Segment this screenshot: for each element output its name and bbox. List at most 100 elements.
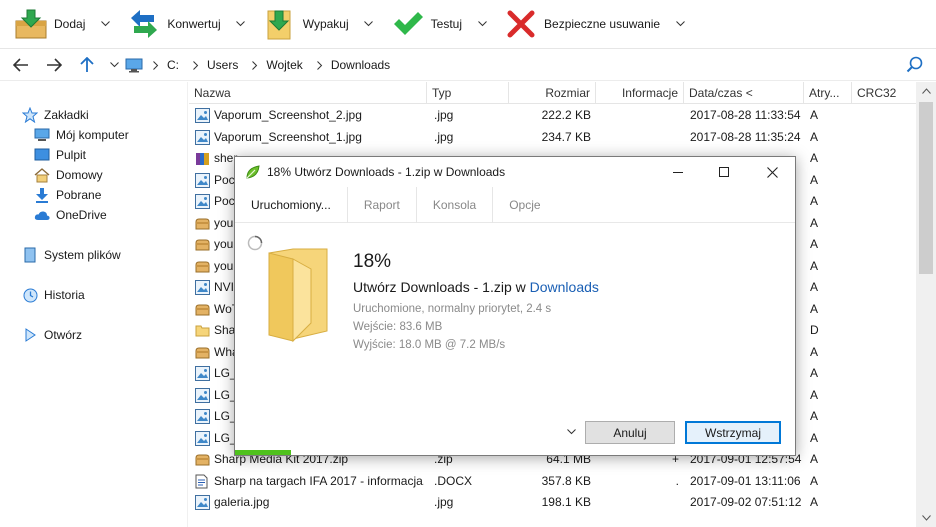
sidebar-item-onedrive[interactable]: OneDrive — [34, 206, 107, 224]
folder-file-icon — [195, 323, 210, 338]
rar-file-icon — [195, 151, 210, 166]
drive-icon — [22, 247, 38, 263]
column-header-name[interactable]: Nazwa — [189, 82, 427, 104]
sidebar-item-filesystem[interactable]: System plików — [22, 246, 121, 264]
output-size-text: Wyjście: 18.0 MB @ 7.2 MB/s — [353, 339, 506, 351]
sidebar-item-bookmarks[interactable]: Zakładki — [22, 106, 89, 124]
maximize-icon[interactable] — [701, 157, 747, 187]
chevron-down-icon[interactable] — [99, 18, 111, 30]
tab-options: Opcje — [509, 197, 541, 212]
extract-button[interactable]: Wypakuj — [247, 0, 375, 49]
sidebar-item-downloads[interactable]: Pobrane — [34, 186, 101, 204]
tab-running[interactable]: Uruchomiony... — [235, 186, 348, 223]
image-file-icon — [195, 430, 210, 446]
chevron-down-icon[interactable] — [674, 18, 686, 30]
close-icon[interactable] — [749, 157, 795, 187]
cell-attr: A — [810, 495, 819, 509]
cell-attr: A — [810, 258, 819, 273]
minimize-icon[interactable] — [655, 157, 701, 187]
secure-delete-button[interactable]: Bezpieczne usuwanie — [488, 0, 686, 49]
chevron-down-icon[interactable] — [235, 18, 247, 30]
sidebar-item-label: Mój komputer — [56, 128, 129, 142]
cell-size: 222.2 KB — [541, 108, 591, 122]
scroll-down-icon[interactable] — [916, 509, 936, 527]
cell-name: galeria.jpg — [214, 495, 270, 509]
cell-date: 2017-08-28 11:33:54 — [690, 108, 801, 122]
table-row[interactable]: Sharp na targach IFA 2017 - informacja..… — [189, 471, 916, 493]
sidebar-item-desktop[interactable]: Pulpit — [34, 146, 86, 164]
image-file-icon — [195, 409, 210, 424]
cell-info — [596, 127, 679, 148]
cell-name: Sharp na targach IFA 2017 - informacja..… — [214, 473, 424, 488]
chevron-right-icon[interactable] — [309, 60, 331, 70]
progress-bar-fill — [235, 450, 292, 455]
cell-attr: A — [810, 151, 819, 165]
up-arrow-icon[interactable] — [70, 50, 103, 81]
dialog-tabs: Uruchomiony... Raport Konsola Opcje — [235, 186, 795, 223]
convert-label: Konwertuj — [167, 17, 221, 31]
cell-attr: A — [810, 473, 819, 488]
add-button[interactable]: Dodaj — [0, 0, 111, 49]
cell-attr: A — [810, 301, 819, 316]
image-file-icon — [195, 172, 210, 188]
sidebar-item-my-computer[interactable]: Mój komputer — [34, 126, 129, 144]
back-arrow-icon[interactable] — [4, 50, 37, 81]
cell-size: 357.8 KB — [541, 473, 591, 488]
column-header-type[interactable]: Typ — [427, 82, 509, 104]
sidebar-item-label: Otwórz — [44, 328, 83, 342]
column-header-attributes[interactable]: Atry... — [804, 82, 852, 104]
scroll-up-icon[interactable] — [916, 82, 936, 100]
chevron-down-icon[interactable] — [565, 427, 577, 437]
cell-attr: A — [810, 129, 819, 144]
test-label: Testuj — [430, 17, 463, 31]
chevron-right-icon[interactable] — [185, 60, 207, 70]
cell-attr: A — [810, 430, 819, 445]
table-row[interactable]: Vaporum_Screenshot_2.jpg .jpg 222.2 KB 2017… — [189, 105, 916, 127]
scroll-thumb[interactable] — [919, 102, 933, 274]
column-header-size[interactable]: Rozmiar — [509, 82, 596, 104]
cell-type: .DOCX — [434, 473, 473, 488]
table-row[interactable]: Vaporum_Screenshot_1.jpg .jpg 234.7 KB 2017… — [189, 127, 916, 149]
secure-delete-label: Bezpieczne usuwanie — [544, 17, 661, 31]
cloud-icon — [34, 207, 50, 223]
convert-button[interactable]: Konwertuj — [111, 0, 246, 49]
sidebar-item-home[interactable]: Domowy — [34, 166, 103, 184]
forward-arrow-icon[interactable] — [37, 50, 70, 81]
chevron-right-icon[interactable] — [145, 60, 167, 70]
sidebar-item-label: Zakładki — [44, 108, 89, 122]
image-file-icon — [195, 387, 210, 403]
tab-report[interactable]: Raport — [348, 186, 417, 223]
progress-dialog: 18% Utwórz Downloads - 1.zip w Downloads… — [234, 156, 796, 456]
operation-text: Utwórz Downloads - 1.zip w — [353, 279, 530, 295]
cancel-button[interactable]: Anuluj — [585, 421, 675, 444]
cell-attr: A — [810, 194, 819, 208]
pause-button[interactable]: Wstrzymaj — [685, 421, 781, 444]
cell-attr: D — [810, 323, 819, 337]
test-button[interactable]: Testuj — [375, 0, 488, 49]
breadcrumb-wojtek[interactable]: Wojtek — [266, 58, 302, 72]
history-dropdown-icon[interactable] — [103, 50, 125, 81]
destination-link[interactable]: Downloads — [530, 279, 599, 295]
image-file-icon — [195, 495, 210, 510]
breadcrumb-users[interactable]: Users — [207, 58, 238, 72]
table-row[interactable]: galeria.jpg .jpg 198.1 KB 2017-09-02 07:51:… — [189, 492, 916, 514]
cell-attr: A — [810, 409, 819, 423]
archive-file-icon — [195, 259, 210, 274]
breadcrumb-drive[interactable]: C: — [167, 58, 179, 72]
search-icon[interactable] — [906, 56, 926, 76]
history-icon — [22, 287, 38, 303]
column-header-crc32[interactable]: CRC32 — [852, 82, 916, 104]
archive-file-icon — [195, 237, 210, 252]
chevron-down-icon[interactable] — [363, 18, 375, 30]
chevron-right-icon[interactable] — [244, 60, 266, 70]
red-x-icon — [504, 7, 538, 41]
sidebar-item-open[interactable]: Otwórz — [22, 326, 82, 344]
chevron-down-icon[interactable] — [476, 18, 488, 30]
column-header-date[interactable]: Data/czas < — [684, 82, 804, 104]
vertical-scrollbar[interactable] — [916, 82, 936, 527]
breadcrumb-downloads[interactable]: Downloads — [331, 58, 390, 72]
column-header-info[interactable]: Informacje — [596, 82, 684, 104]
sidebar-item-history[interactable]: Historia — [22, 286, 85, 304]
tab-console[interactable]: Konsola — [417, 186, 494, 223]
archive-file-icon — [195, 216, 210, 231]
